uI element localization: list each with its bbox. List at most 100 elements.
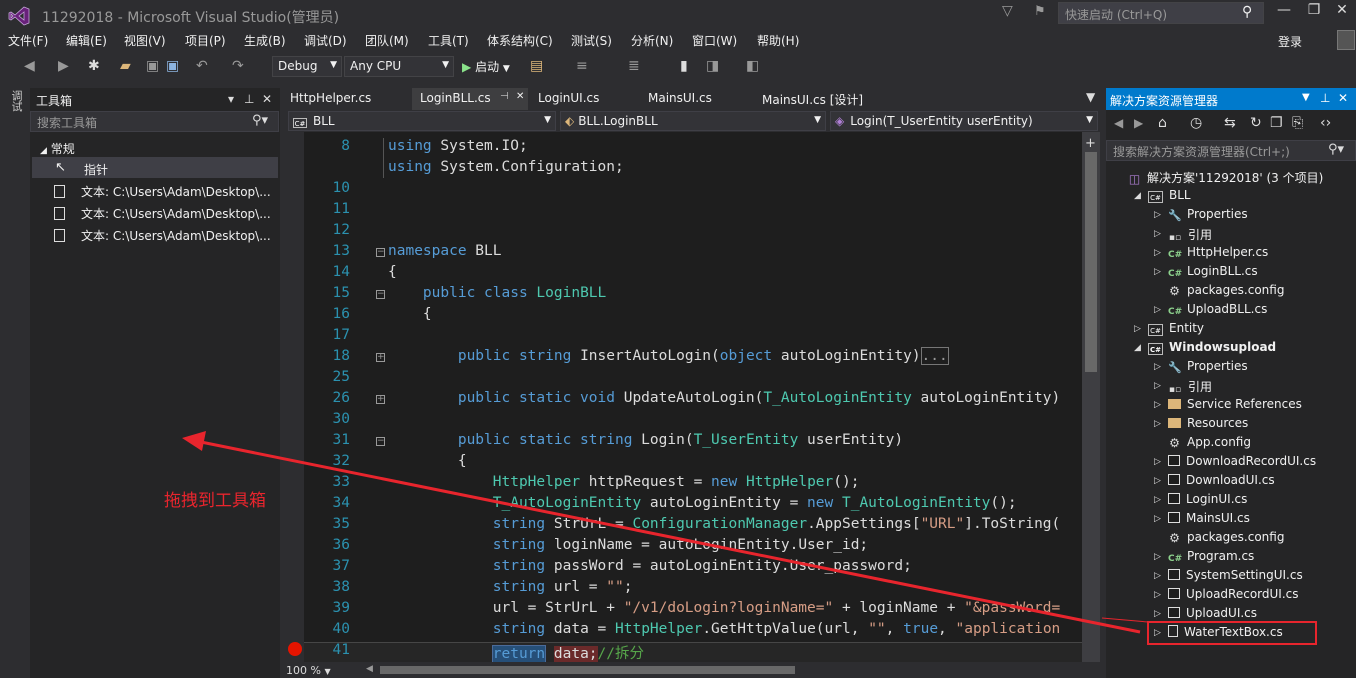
pin-icon[interactable]: ⊥ xyxy=(1320,91,1330,105)
refresh-icon[interactable]: ↻ xyxy=(1250,115,1262,131)
expand-arrow-icon[interactable]: ▷ xyxy=(1154,381,1161,391)
tree-node[interactable]: DownloadRecordUI.cs xyxy=(1168,454,1316,468)
menu-architecture[interactable]: 体系结构(C) xyxy=(487,32,553,49)
tree-node[interactable]: C# Windowsupload xyxy=(1148,340,1276,355)
expand-arrow-icon[interactable]: ▷ xyxy=(1154,210,1161,220)
fold-toggle[interactable]: − xyxy=(376,290,385,299)
toolbox-item[interactable]: 文本: C:\Users\Adam\Desktop\... xyxy=(54,183,271,200)
tab-httphelper[interactable]: HttpHelper.cs xyxy=(282,88,379,110)
tree-node[interactable]: SystemSettingUI.cs xyxy=(1168,568,1303,582)
collapse-arrow-icon[interactable]: ◢ xyxy=(1134,343,1141,353)
back-icon[interactable]: ◀ xyxy=(1114,116,1123,130)
zoom-level-select[interactable]: 100 % ▼ xyxy=(286,664,331,677)
menu-build[interactable]: 生成(B) xyxy=(244,32,286,49)
tab-mainsui-design[interactable]: MainsUI.cs [设计] xyxy=(754,88,871,110)
feedback-icon[interactable]: ⚑ xyxy=(1034,4,1046,19)
search-icon[interactable]: ⚲▾ xyxy=(1328,142,1344,157)
expand-arrow-icon[interactable]: ▷ xyxy=(1154,476,1161,486)
pin-icon[interactable]: ⊥ xyxy=(244,92,254,106)
show-all-files-icon[interactable]: ⎘ xyxy=(1292,115,1303,131)
comment-icon[interactable]: ≣ xyxy=(628,58,640,74)
back-icon[interactable]: ◀ xyxy=(24,58,35,74)
maximize-button[interactable]: ❐ xyxy=(1300,2,1328,24)
forward-icon[interactable]: ▶ xyxy=(58,58,69,74)
tree-node[interactable]: C# BLL xyxy=(1148,188,1191,203)
expand-arrow-icon[interactable]: ▷ xyxy=(1154,571,1161,581)
configuration-select[interactable]: Debug ▼ xyxy=(272,56,342,77)
fold-toggle[interactable]: + xyxy=(376,353,385,362)
expand-arrow-icon[interactable]: ▷ xyxy=(1154,419,1161,429)
tab-overflow-icon[interactable]: ▼ xyxy=(1086,90,1095,104)
toolbox-group-general[interactable]: ◢ 常规 xyxy=(40,140,75,157)
collapse-arrow-icon[interactable]: ◢ xyxy=(1134,191,1141,201)
tree-node[interactable]: ⚙ App.config xyxy=(1168,435,1251,449)
tree-node[interactable]: Resources xyxy=(1168,416,1248,430)
fold-toggle[interactable]: − xyxy=(376,437,385,446)
pin-icon[interactable]: ⊣ xyxy=(500,91,509,102)
expand-arrow-icon[interactable]: ▷ xyxy=(1154,267,1161,277)
tree-node[interactable]: C# UploadBLL.cs xyxy=(1168,302,1267,318)
toolbox-item[interactable]: 文本: C:\Users\Adam\Desktop\... xyxy=(54,205,271,222)
menu-window[interactable]: 窗口(W) xyxy=(692,32,737,49)
tree-node[interactable]: ◫ 解决方案'11292018' (3 个项目) xyxy=(1128,169,1323,186)
menu-tools[interactable]: 工具(T) xyxy=(428,32,469,49)
expand-arrow-icon[interactable]: ▷ xyxy=(1154,552,1161,562)
tree-node[interactable]: DownloadUI.cs xyxy=(1168,473,1275,487)
minimize-button[interactable]: — xyxy=(1270,2,1298,24)
tree-node[interactable]: C# LoginBLL.cs xyxy=(1168,264,1258,280)
menu-view[interactable]: 视图(V) xyxy=(124,32,166,49)
close-icon[interactable]: ✕ xyxy=(262,92,272,106)
bookmark-next-icon[interactable]: ◧ xyxy=(746,58,759,74)
split-icon[interactable]: + xyxy=(1085,136,1096,151)
search-icon[interactable]: ⚲▾ xyxy=(252,113,268,128)
search-icon[interactable]: ⚲ xyxy=(1242,4,1252,20)
expand-arrow-icon[interactable]: ▷ xyxy=(1154,229,1161,239)
scroll-left-icon[interactable]: ◀ xyxy=(366,664,373,674)
dropdown-icon[interactable]: ▾ xyxy=(228,92,234,106)
project-dropdown[interactable]: C# BLL ▼ xyxy=(288,111,556,131)
scrollbar-thumb[interactable] xyxy=(1085,152,1097,372)
menu-test[interactable]: 测试(S) xyxy=(571,32,612,49)
history-icon[interactable]: ◷ xyxy=(1190,115,1202,131)
tree-node[interactable]: C# HttpHelper.cs xyxy=(1168,245,1268,261)
menu-edit[interactable]: 编辑(E) xyxy=(66,32,107,49)
menu-file[interactable]: 文件(F) xyxy=(8,32,48,49)
expand-arrow-icon[interactable]: ▷ xyxy=(1154,495,1161,505)
expand-arrow-icon[interactable]: ▷ xyxy=(1154,400,1161,410)
avatar[interactable] xyxy=(1337,30,1355,50)
tree-node[interactable]: C# Program.cs xyxy=(1168,549,1254,565)
solution-explorer-search-input[interactable]: 搜索解决方案资源管理器(Ctrl+;) xyxy=(1106,140,1356,161)
expand-arrow-icon[interactable]: ▷ xyxy=(1154,590,1161,600)
tree-node[interactable]: ⚙ packages.config xyxy=(1168,530,1284,544)
tree-node[interactable]: LoginUI.cs xyxy=(1168,492,1247,506)
horizontal-scrollbar-thumb[interactable] xyxy=(380,666,795,674)
menu-help[interactable]: 帮助(H) xyxy=(757,32,799,49)
expand-arrow-icon[interactable]: ▷ xyxy=(1154,362,1161,372)
close-icon[interactable]: ✕ xyxy=(1338,91,1348,105)
close-icon[interactable]: ✕ xyxy=(516,91,524,102)
redo-icon[interactable]: ↷ xyxy=(232,58,244,74)
expand-arrow-icon[interactable]: ▷ xyxy=(1154,514,1161,524)
tree-node[interactable]: ⚙ packages.config xyxy=(1168,283,1284,297)
tree-node[interactable]: ▪▫ 引用 xyxy=(1168,378,1212,396)
bookmark-prev-icon[interactable]: ◨ xyxy=(706,58,719,74)
menu-project[interactable]: 项目(P) xyxy=(185,32,226,49)
home-icon[interactable]: ⌂ xyxy=(1158,115,1167,131)
tree-node[interactable]: ▪▫ 引用 xyxy=(1168,226,1212,244)
tree-node[interactable]: UploadRecordUI.cs xyxy=(1168,587,1299,601)
indent-icon[interactable]: ≡ xyxy=(576,58,588,74)
toolbox-search-input[interactable]: 搜索工具箱 xyxy=(30,111,279,132)
tab-loginbll[interactable]: LoginBLL.cs ⊣ ✕ xyxy=(412,88,528,110)
close-button[interactable]: ✕ xyxy=(1328,2,1356,24)
sync-icon[interactable]: ⇆ xyxy=(1224,115,1236,131)
toolbox-item[interactable]: 文本: C:\Users\Adam\Desktop\... xyxy=(54,227,271,244)
code-view-icon[interactable]: ‹› xyxy=(1320,115,1331,131)
open-folder-icon[interactable]: ▰ xyxy=(120,58,131,74)
toolbox-item-pointer[interactable] xyxy=(32,157,278,178)
tree-node[interactable]: 🔧 Properties xyxy=(1168,359,1248,374)
start-button[interactable]: ▶ 启动 ▼ xyxy=(462,58,510,75)
expand-arrow-icon[interactable]: ▷ xyxy=(1154,305,1161,315)
tree-node[interactable]: Service References xyxy=(1168,397,1302,411)
expand-arrow-icon[interactable]: ▷ xyxy=(1154,609,1161,619)
browser-icon[interactable]: ▤ xyxy=(530,58,543,74)
